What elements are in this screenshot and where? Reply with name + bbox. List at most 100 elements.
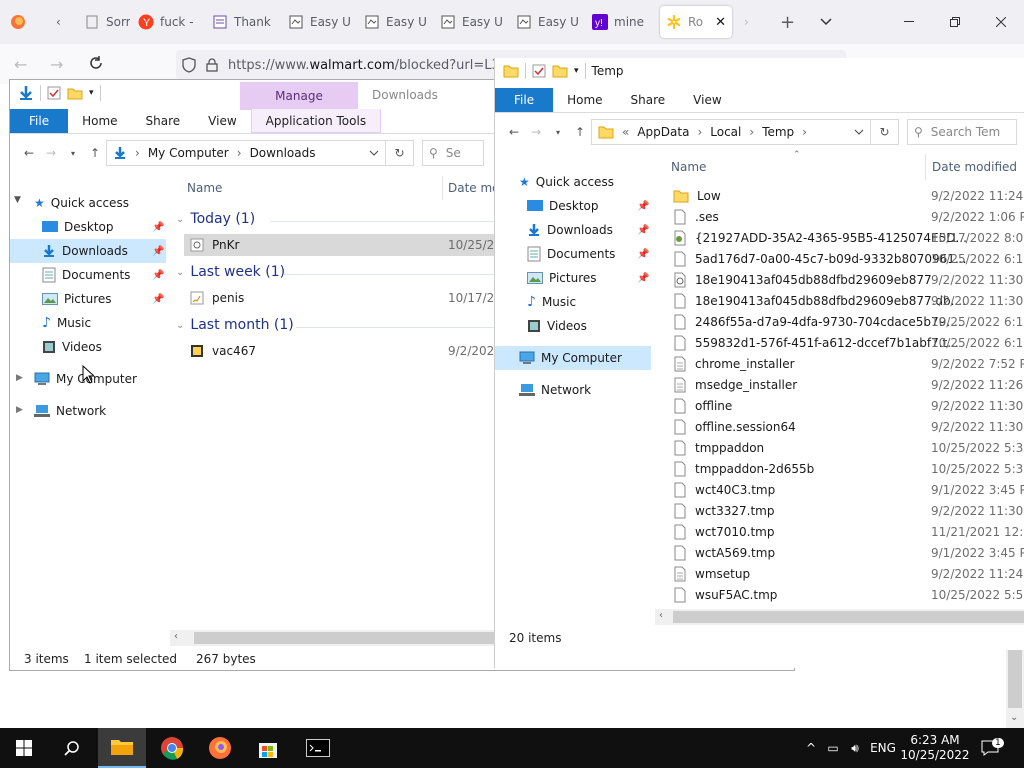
list-all-tabs-button[interactable] bbox=[814, 6, 838, 38]
vertical-scrollbar[interactable]: ⌄ bbox=[1006, 650, 1024, 728]
address-bar[interactable]: « AppData › Local › Temp › bbox=[591, 119, 871, 145]
column-header-name[interactable]: Name bbox=[671, 160, 706, 174]
tree-desktop[interactable]: Desktop bbox=[42, 215, 114, 239]
group-header-today[interactable]: ⌄ Today (1) bbox=[176, 211, 255, 227]
column-header-date[interactable]: Date mo bbox=[448, 181, 500, 195]
tree-desktop[interactable]: Desktop bbox=[527, 194, 599, 218]
breadcrumb-appdata[interactable]: AppData bbox=[637, 125, 689, 139]
file-row[interactable]: wctA569.tmp bbox=[673, 542, 775, 563]
recent-locations-icon[interactable]: ▾ bbox=[62, 149, 84, 158]
scrollbar-thumb[interactable] bbox=[673, 611, 1024, 623]
start-button[interactable] bbox=[0, 728, 48, 768]
tab-home[interactable]: Home bbox=[553, 88, 616, 112]
tree-network[interactable]: Network bbox=[34, 399, 106, 423]
chevron-down-icon[interactable] bbox=[369, 150, 379, 156]
tree-quick-access[interactable]: ★ Quick access bbox=[34, 191, 129, 215]
language-indicator[interactable]: ENG bbox=[866, 741, 900, 755]
file-row[interactable]: .ses bbox=[673, 206, 719, 227]
tree-my-computer[interactable]: My Computer bbox=[495, 346, 651, 370]
file-row[interactable]: wct7010.tmp bbox=[673, 521, 774, 542]
chevron-left-icon[interactable]: ‹ bbox=[174, 631, 178, 642]
forward-arrow-icon[interactable]: → bbox=[40, 146, 62, 160]
tab-scroll-right-button[interactable]: › bbox=[738, 6, 760, 38]
refresh-button[interactable]: ↻ bbox=[871, 119, 899, 145]
column-header-name[interactable]: Name bbox=[187, 181, 222, 195]
chevron-down-icon[interactable] bbox=[854, 129, 864, 135]
maximize-button[interactable] bbox=[932, 0, 978, 44]
search-button[interactable] bbox=[48, 728, 96, 768]
properties-icon[interactable] bbox=[47, 86, 61, 100]
close-tab-icon[interactable]: ✕ bbox=[715, 15, 726, 30]
breadcrumb-my-computer[interactable]: My Computer bbox=[148, 146, 229, 160]
search-input[interactable]: ⚲ Search Tem bbox=[907, 119, 1017, 145]
file-row[interactable]: wct40C3.tmp bbox=[673, 479, 775, 500]
file-row[interactable]: offline bbox=[673, 395, 732, 416]
address-bar[interactable]: › My Computer › Downloads bbox=[106, 140, 386, 166]
tree-pictures[interactable]: Pictures bbox=[42, 287, 112, 311]
tab-view[interactable]: View bbox=[194, 109, 250, 133]
file-row[interactable]: wct3327.tmp bbox=[673, 500, 774, 521]
up-arrow-icon[interactable]: ↑ bbox=[84, 146, 106, 160]
tab-1[interactable]: Y fuck - bbox=[132, 6, 200, 38]
pin-icon[interactable]: 📌 bbox=[637, 273, 649, 284]
tab-3[interactable]: Easy U bbox=[282, 6, 352, 38]
file-row[interactable]: 2486f55a-d7a9-4dfa-9730-704cdace5b79.... bbox=[673, 311, 962, 332]
taskbar-store[interactable] bbox=[244, 728, 292, 768]
breadcrumb-local[interactable]: Local bbox=[710, 125, 741, 139]
group-header-last-month[interactable]: ⌄ Last month (1) bbox=[176, 317, 294, 333]
up-arrow-icon[interactable]: ↑ bbox=[569, 125, 591, 139]
refresh-button[interactable]: ↻ bbox=[386, 140, 414, 166]
tab-share[interactable]: Share bbox=[617, 88, 680, 112]
new-folder-icon[interactable] bbox=[67, 86, 83, 100]
file-row[interactable]: 18e190413af045db88dfbd29609eb877 bbox=[673, 269, 932, 290]
chevron-down-icon[interactable]: ▾ bbox=[89, 88, 94, 98]
tab-4[interactable]: Easy U bbox=[358, 6, 428, 38]
tab-view[interactable]: View bbox=[679, 88, 735, 112]
file-row[interactable]: 559832d1-576f-451f-a612-dccef7b1abf7.t..… bbox=[673, 332, 959, 353]
tree-videos[interactable]: Videos bbox=[42, 335, 102, 359]
tree-music[interactable]: ♪ Music bbox=[527, 290, 576, 314]
tab-share[interactable]: Share bbox=[132, 109, 195, 133]
tab-list-back-button[interactable]: ‹ bbox=[50, 6, 72, 38]
forward-arrow-icon[interactable]: → bbox=[50, 55, 63, 74]
clock[interactable]: 6:23 AM 10/25/2022 bbox=[900, 733, 970, 763]
tab-7[interactable]: y! mine bbox=[586, 6, 656, 38]
file-row[interactable]: msedge_installer bbox=[673, 374, 797, 395]
close-button[interactable] bbox=[978, 0, 1024, 44]
tab-file[interactable]: File bbox=[495, 88, 554, 112]
new-tab-button[interactable]: + bbox=[774, 6, 798, 38]
file-row-pnkr[interactable]: PnKr bbox=[190, 234, 239, 255]
taskbar-file-explorer[interactable] bbox=[98, 728, 146, 768]
scrollbar-thumb[interactable] bbox=[194, 632, 494, 644]
file-row[interactable]: 5ad176d7-0a00-45c7-b09d-9332b8070961... bbox=[673, 248, 966, 269]
file-row[interactable]: {21927ADD-35A2-4365-95B5-4125074E5D... bbox=[673, 227, 967, 248]
chevron-up-icon[interactable]: ^ bbox=[800, 741, 822, 755]
file-row[interactable]: chrome_installer bbox=[673, 353, 795, 374]
chevron-left-icon[interactable]: ‹ bbox=[659, 610, 663, 621]
tree-videos[interactable]: Videos bbox=[527, 314, 587, 338]
download-arrow-icon[interactable] bbox=[18, 85, 34, 101]
tree-pictures[interactable]: Pictures bbox=[527, 266, 597, 290]
properties-icon[interactable] bbox=[532, 64, 546, 78]
taskbar-chrome[interactable] bbox=[148, 728, 196, 768]
network-status-icon[interactable]: ▭ bbox=[822, 741, 844, 755]
back-arrow-icon[interactable]: ← bbox=[14, 55, 27, 74]
minimize-button[interactable] bbox=[886, 0, 932, 44]
chevron-down-icon[interactable]: ▾ bbox=[574, 66, 579, 76]
file-row-penis[interactable]: penis bbox=[190, 287, 244, 308]
file-row[interactable]: wsuF5AC.tmp bbox=[673, 584, 777, 605]
chevron-down-icon[interactable]: ⌄ bbox=[1010, 712, 1018, 723]
pin-icon[interactable]: 📌 bbox=[637, 225, 649, 236]
tab-6[interactable]: Easy U bbox=[510, 6, 580, 38]
pin-icon[interactable]: 📌 bbox=[152, 294, 164, 305]
tab-application-tools[interactable]: Application Tools bbox=[250, 109, 382, 133]
pin-icon[interactable]: 📌 bbox=[152, 270, 164, 281]
new-folder-icon[interactable] bbox=[552, 64, 568, 78]
tree-quick-access[interactable]: ★ Quick access bbox=[519, 170, 614, 194]
file-row[interactable]: tmppaddon-2d655b bbox=[673, 458, 814, 479]
tab-file[interactable]: File bbox=[10, 109, 69, 133]
breadcrumb-downloads[interactable]: Downloads bbox=[250, 146, 316, 160]
tree-downloads[interactable]: Downloads bbox=[10, 239, 166, 263]
scrollbar-thumb[interactable] bbox=[1008, 650, 1022, 708]
volume-icon[interactable]: 🔊︎ bbox=[844, 741, 866, 756]
